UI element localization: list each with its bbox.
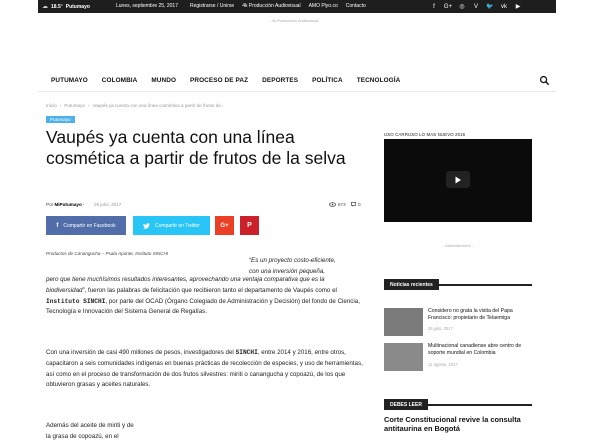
twitter-icon — [143, 222, 151, 229]
youtube-icon[interactable]: ▶ — [511, 1, 525, 12]
search-icon[interactable] — [539, 75, 550, 86]
play-button[interactable] — [446, 171, 470, 188]
paragraph-3: Además del aceite de miriti y de la gras… — [46, 421, 366, 443]
top-bar: ☁ 18.5 ° Putumayo Lunes, septiembre 25, 2… — [38, 0, 556, 13]
share-facebook-button[interactable]: f Compartir en Facebook — [46, 216, 126, 235]
nav-item-putumayo[interactable]: PUTUMAYO — [38, 77, 95, 84]
amo-plyo-link[interactable]: AMO Plyo.co — [309, 3, 338, 9]
pinterest-icon: P — [247, 222, 252, 229]
article-title: Vaupés ya cuenta con una línea cosmética… — [46, 127, 346, 168]
share-twitter-button[interactable]: Compartir en Twitter — [133, 216, 210, 235]
vk-icon[interactable]: vk — [497, 1, 511, 12]
paragraph-3-line-1: Además del aceite de miriti y de — [46, 422, 134, 429]
publish-date: 26 julio, 2017 — [94, 202, 122, 207]
paragraph-1: pero que tiene muchísimos resultados int… — [46, 275, 366, 318]
temperature: 18.5 — [51, 3, 61, 10]
nav-item-tecnologia[interactable]: TECNOLOGÍA — [350, 77, 408, 84]
google-plus-icon: G+ — [220, 222, 229, 229]
share-twitter-label: Compartir en Twitter — [155, 222, 200, 229]
current-date: Lunes, septiembre 25, 2017 — [116, 3, 178, 9]
views-count: 673 — [329, 202, 346, 207]
video-player[interactable] — [384, 139, 532, 222]
social-icons: f G+ ◎ V 🐦 vk ▶ — [427, 1, 525, 12]
institute-name: Instituto SINCHI — [46, 297, 106, 305]
breadcrumb-separator: › — [87, 103, 90, 108]
nav-item-colombia[interactable]: COLOMBIA — [95, 77, 145, 84]
share-google-plus-button[interactable]: G+ — [215, 216, 234, 235]
comments-count[interactable]: 0 — [351, 202, 361, 207]
sinchi-name: SINCHI — [235, 349, 258, 356]
breadcrumb: Inicio › Putumayo › Vaupés ya cuenta con… — [46, 103, 225, 108]
image-caption: Productos de Canangucha – Psala Aponte, … — [46, 251, 169, 256]
google-plus-icon[interactable]: G+ — [441, 1, 455, 12]
nav-item-politica[interactable]: POLÍTICA — [305, 77, 350, 84]
comments-value: 0 — [358, 202, 361, 207]
nav-item-mundo[interactable]: MUNDO — [144, 77, 183, 84]
twitter-icon[interactable]: 🐦 — [483, 1, 497, 12]
quote-line-3: pero que tiene muchísimos resultados int… — [46, 276, 298, 283]
facebook-icon[interactable]: f — [427, 1, 441, 12]
temperature-unit: ° — [60, 3, 63, 10]
news-date: 26 julio, 2017 — [428, 326, 453, 331]
share-pinterest-button[interactable]: P — [240, 216, 259, 235]
breadcrumb-separator: › — [59, 103, 62, 108]
meta-separator: - — [83, 202, 85, 207]
news-title[interactable]: Multinacional canadiense abre centro de … — [428, 343, 532, 357]
video-label: USO CARRUSO LO MAS NUEVO 2016 — [384, 132, 466, 137]
main-nav: PUTUMAYO COLOMBIA MUNDO PROCESO DE PAZ D… — [38, 70, 556, 92]
by-label: Por — [46, 202, 54, 207]
news-title[interactable]: Considero no grata la visita del Papa Fr… — [428, 308, 532, 322]
featured-article-title[interactable]: Corte Constitucional revive la consulta … — [384, 415, 544, 434]
comment-icon — [351, 202, 356, 207]
share-facebook-label: Compartir en Facebook — [63, 222, 116, 229]
breadcrumb-current: Vaupés ya cuenta con una línea cosmética… — [92, 103, 225, 108]
cloud-icon: ☁ — [42, 4, 48, 10]
weather-city: Putumayo — [65, 3, 90, 10]
news-item[interactable]: Multinacional canadiense abre centro de … — [384, 343, 532, 373]
weather-widget: ☁ 18.5 ° Putumayo — [38, 3, 108, 11]
recent-news-title: Noticias recientes — [384, 279, 439, 290]
breadcrumb-category[interactable]: Putumayo — [64, 103, 85, 108]
nav-item-proceso-de-paz[interactable]: PROCESO DE PAZ — [183, 77, 255, 84]
must-read-title: DEBES LEER — [384, 399, 428, 410]
play-icon — [455, 176, 461, 183]
news-thumbnail[interactable] — [384, 343, 423, 371]
breadcrumb-home[interactable]: Inicio — [46, 103, 57, 108]
paragraph-1-text: , fueron las palabras de felicitación qu… — [84, 286, 337, 294]
instagram-icon[interactable]: ◎ — [455, 1, 469, 12]
category-badge[interactable]: Putumayo — [46, 116, 75, 123]
vimeo-icon[interactable]: V — [469, 1, 483, 12]
sidebar-ad-label: - Advertisement - — [442, 243, 474, 248]
contact-link[interactable]: Contacto — [346, 3, 366, 9]
register-link[interactable]: Registrarse / Unirse — [190, 3, 234, 9]
production-link[interactable]: 4k Producción Audiovisual — [242, 3, 300, 9]
recent-news-header: Noticias recientes — [384, 273, 532, 290]
views-value: 673 — [338, 202, 346, 207]
author-line: Por MiPutumayo - — [46, 202, 85, 207]
nav-item-deportes[interactable]: DEPORTES — [255, 77, 305, 84]
news-thumbnail[interactable] — [384, 308, 423, 336]
top-ad-label: - 4k Producción Audiovisual - — [269, 18, 321, 23]
eye-icon — [329, 202, 336, 207]
must-read-header: DEBES LEER — [384, 393, 532, 410]
news-date: 11 agosto, 2017 — [428, 362, 458, 367]
news-item[interactable]: Considero no grata la visita del Papa Fr… — [384, 308, 532, 338]
paragraph-2-start: Con una inversión de casi 490 millones d… — [46, 349, 234, 356]
top-links: Registrarse / Unirse 4k Producción Audio… — [190, 3, 366, 9]
quote-line-1: “Es un proyecto costo-eficiente, — [249, 257, 336, 264]
quote-start: “Es un proyecto costo-eficiente, con una… — [249, 256, 369, 277]
author-name[interactable]: MiPutumayo — [54, 202, 81, 207]
paragraph-2: Con una inversión de casi 490 millones d… — [46, 348, 366, 391]
facebook-icon: f — [56, 222, 59, 229]
paragraph-3-line-2: la grasa de copoazú, en el — [46, 432, 119, 440]
